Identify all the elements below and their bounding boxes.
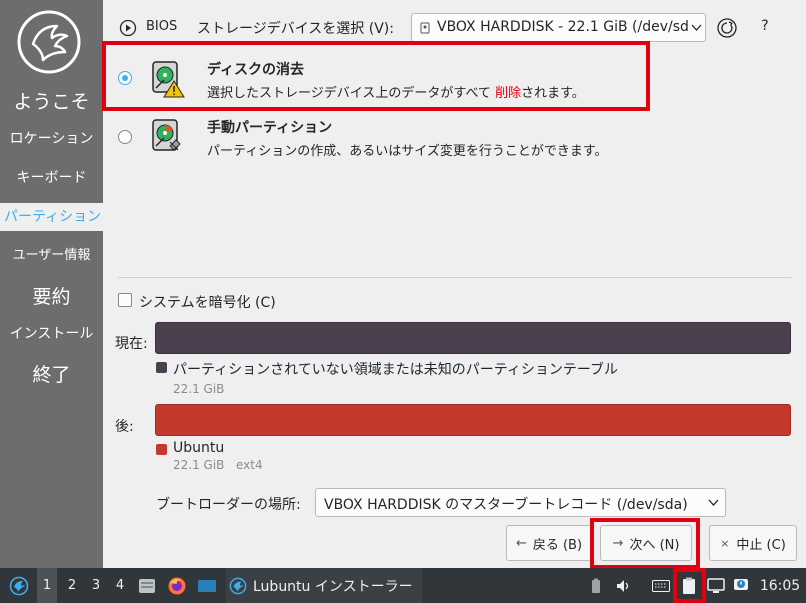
after-legend-swatch [156, 444, 167, 455]
network-indicator[interactable] [706, 568, 726, 603]
arrow-left-icon: ← [515, 535, 527, 551]
clipboard-indicator[interactable] [679, 568, 699, 603]
sidebar: ようこそ ロケーション キーボード パーティション ユーザー情報 要約 インスト… [0, 0, 103, 568]
bios-icon [119, 19, 137, 37]
manual-partition-title: 手動パーティション [207, 120, 333, 136]
desktop-1[interactable]: 1 [37, 568, 57, 603]
firefox-icon [168, 577, 186, 594]
task-label: Lubuntu インストーラー [253, 578, 413, 595]
monitor-icon [707, 577, 725, 593]
close-icon: × [720, 536, 730, 550]
arrow-right-icon: → [612, 535, 624, 551]
device-select[interactable]: VBOX HARDDISK - 22.1 GiB (/dev/sda) [411, 13, 706, 42]
select-device-label: ストレージデバイスを選択 (V): [197, 21, 394, 37]
current-legend-size: 22.1 GiB [173, 382, 225, 396]
refresh-icon[interactable] [716, 17, 738, 39]
start-menu-button[interactable] [6, 568, 32, 603]
desktop-2[interactable]: 2 [62, 568, 82, 603]
file-manager-launcher[interactable] [136, 568, 158, 603]
current-partition-bar [155, 322, 791, 354]
desktop-3[interactable]: 3 [86, 568, 106, 603]
current-legend-swatch [156, 362, 167, 373]
next-button[interactable]: → 次へ (N) [600, 525, 692, 561]
lubuntu-menu-icon [9, 576, 29, 595]
clipboard-icon [683, 577, 695, 594]
task-lubuntu-installer[interactable]: Lubuntu インストーラー [226, 568, 422, 603]
lubuntu-installer-icon [229, 577, 247, 594]
back-button-label: 戻る (B) [532, 537, 583, 553]
sidebar-item-partition: パーティション [0, 203, 103, 231]
after-partition-bar [155, 404, 791, 436]
encrypt-checkbox[interactable] [118, 293, 132, 307]
sidebar-item-welcome: ようこそ [13, 91, 90, 113]
keyboard-indicator[interactable] [650, 568, 672, 603]
erase-disk-description: 選択したストレージデバイス上のデータがすべて 削除されます。 [207, 82, 585, 101]
device-select-value: VBOX HARDDISK - 22.1 GiB (/dev/sda) [437, 19, 689, 35]
battery-icon [592, 578, 600, 593]
sidebar-item-keyboard: キーボード [16, 170, 87, 186]
manual-partition-icon [152, 119, 181, 151]
volume-icon [617, 579, 629, 592]
show-desktop-icon [198, 579, 216, 592]
after-legend-size: 22.1 GiB [173, 458, 225, 472]
battery-indicator[interactable] [588, 568, 604, 603]
encrypt-label: システムを暗号化 (C) [139, 295, 276, 311]
after-label: 後: [115, 419, 134, 435]
chevron-down-icon [708, 499, 719, 506]
sidebar-item-install: インストール [9, 326, 94, 342]
cancel-button-label: 中止 (C) [736, 537, 786, 553]
taskbar: 1 2 3 4 Lubuntu インストーラー 16:05 [0, 568, 806, 603]
bootloader-select[interactable]: VBOX HARDDISK のマスターブートレコード (/dev/sda) [315, 488, 726, 517]
erase-disk-icon [152, 61, 185, 98]
bios-label: BIOS [146, 19, 178, 34]
notification-indicator[interactable] [731, 568, 751, 603]
after-legend-name: Ubuntu [173, 440, 225, 456]
harddisk-icon [420, 22, 430, 34]
bootloader-label: ブートローダーの場所: [156, 497, 301, 513]
sidebar-item-users: ユーザー情報 [12, 248, 91, 263]
current-legend-name: パーティションされていない領域または未知のパーティションテーブル [173, 362, 619, 378]
firefox-launcher[interactable] [165, 568, 189, 603]
next-button-label: 次へ (N) [629, 537, 680, 553]
sidebar-item-finish: 終了 [32, 364, 71, 386]
clock[interactable]: 16:05 [758, 568, 802, 603]
file-manager-icon [139, 578, 155, 593]
keyboard-icon [652, 579, 670, 592]
current-label: 現在: [115, 336, 148, 352]
desktop-launcher[interactable] [195, 568, 219, 603]
erase-disk-title: ディスクの消去 [207, 62, 305, 78]
after-legend-fs: ext4 [236, 458, 263, 472]
back-button[interactable]: ← 戻る (B) [506, 525, 592, 561]
bootloader-select-value: VBOX HARDDISK のマスターブートレコード (/dev/sda) [324, 497, 688, 513]
volume-indicator[interactable] [614, 568, 634, 603]
erase-disk-radio[interactable] [118, 71, 132, 85]
sidebar-item-location: ロケーション [9, 131, 94, 147]
chevron-down-icon [691, 24, 702, 31]
erase-desc-highlight: 削除 [495, 86, 522, 101]
erase-desc-text: 選択したストレージデバイス上のデータがすべて [207, 86, 496, 101]
notification-icon [734, 578, 748, 590]
erase-desc-text-end: されます。 [521, 86, 585, 101]
desktop-4[interactable]: 4 [110, 568, 130, 603]
help-button[interactable]: ? [758, 18, 772, 34]
cancel-button[interactable]: × 中止 (C) [709, 525, 797, 561]
manual-partition-radio[interactable] [118, 130, 132, 144]
lubuntu-logo-icon [17, 10, 81, 74]
sidebar-item-summary: 要約 [32, 286, 71, 308]
separator [118, 277, 791, 278]
manual-partition-description: パーティションの作成、あるいはサイズ変更を行うことができます。 [207, 144, 608, 159]
